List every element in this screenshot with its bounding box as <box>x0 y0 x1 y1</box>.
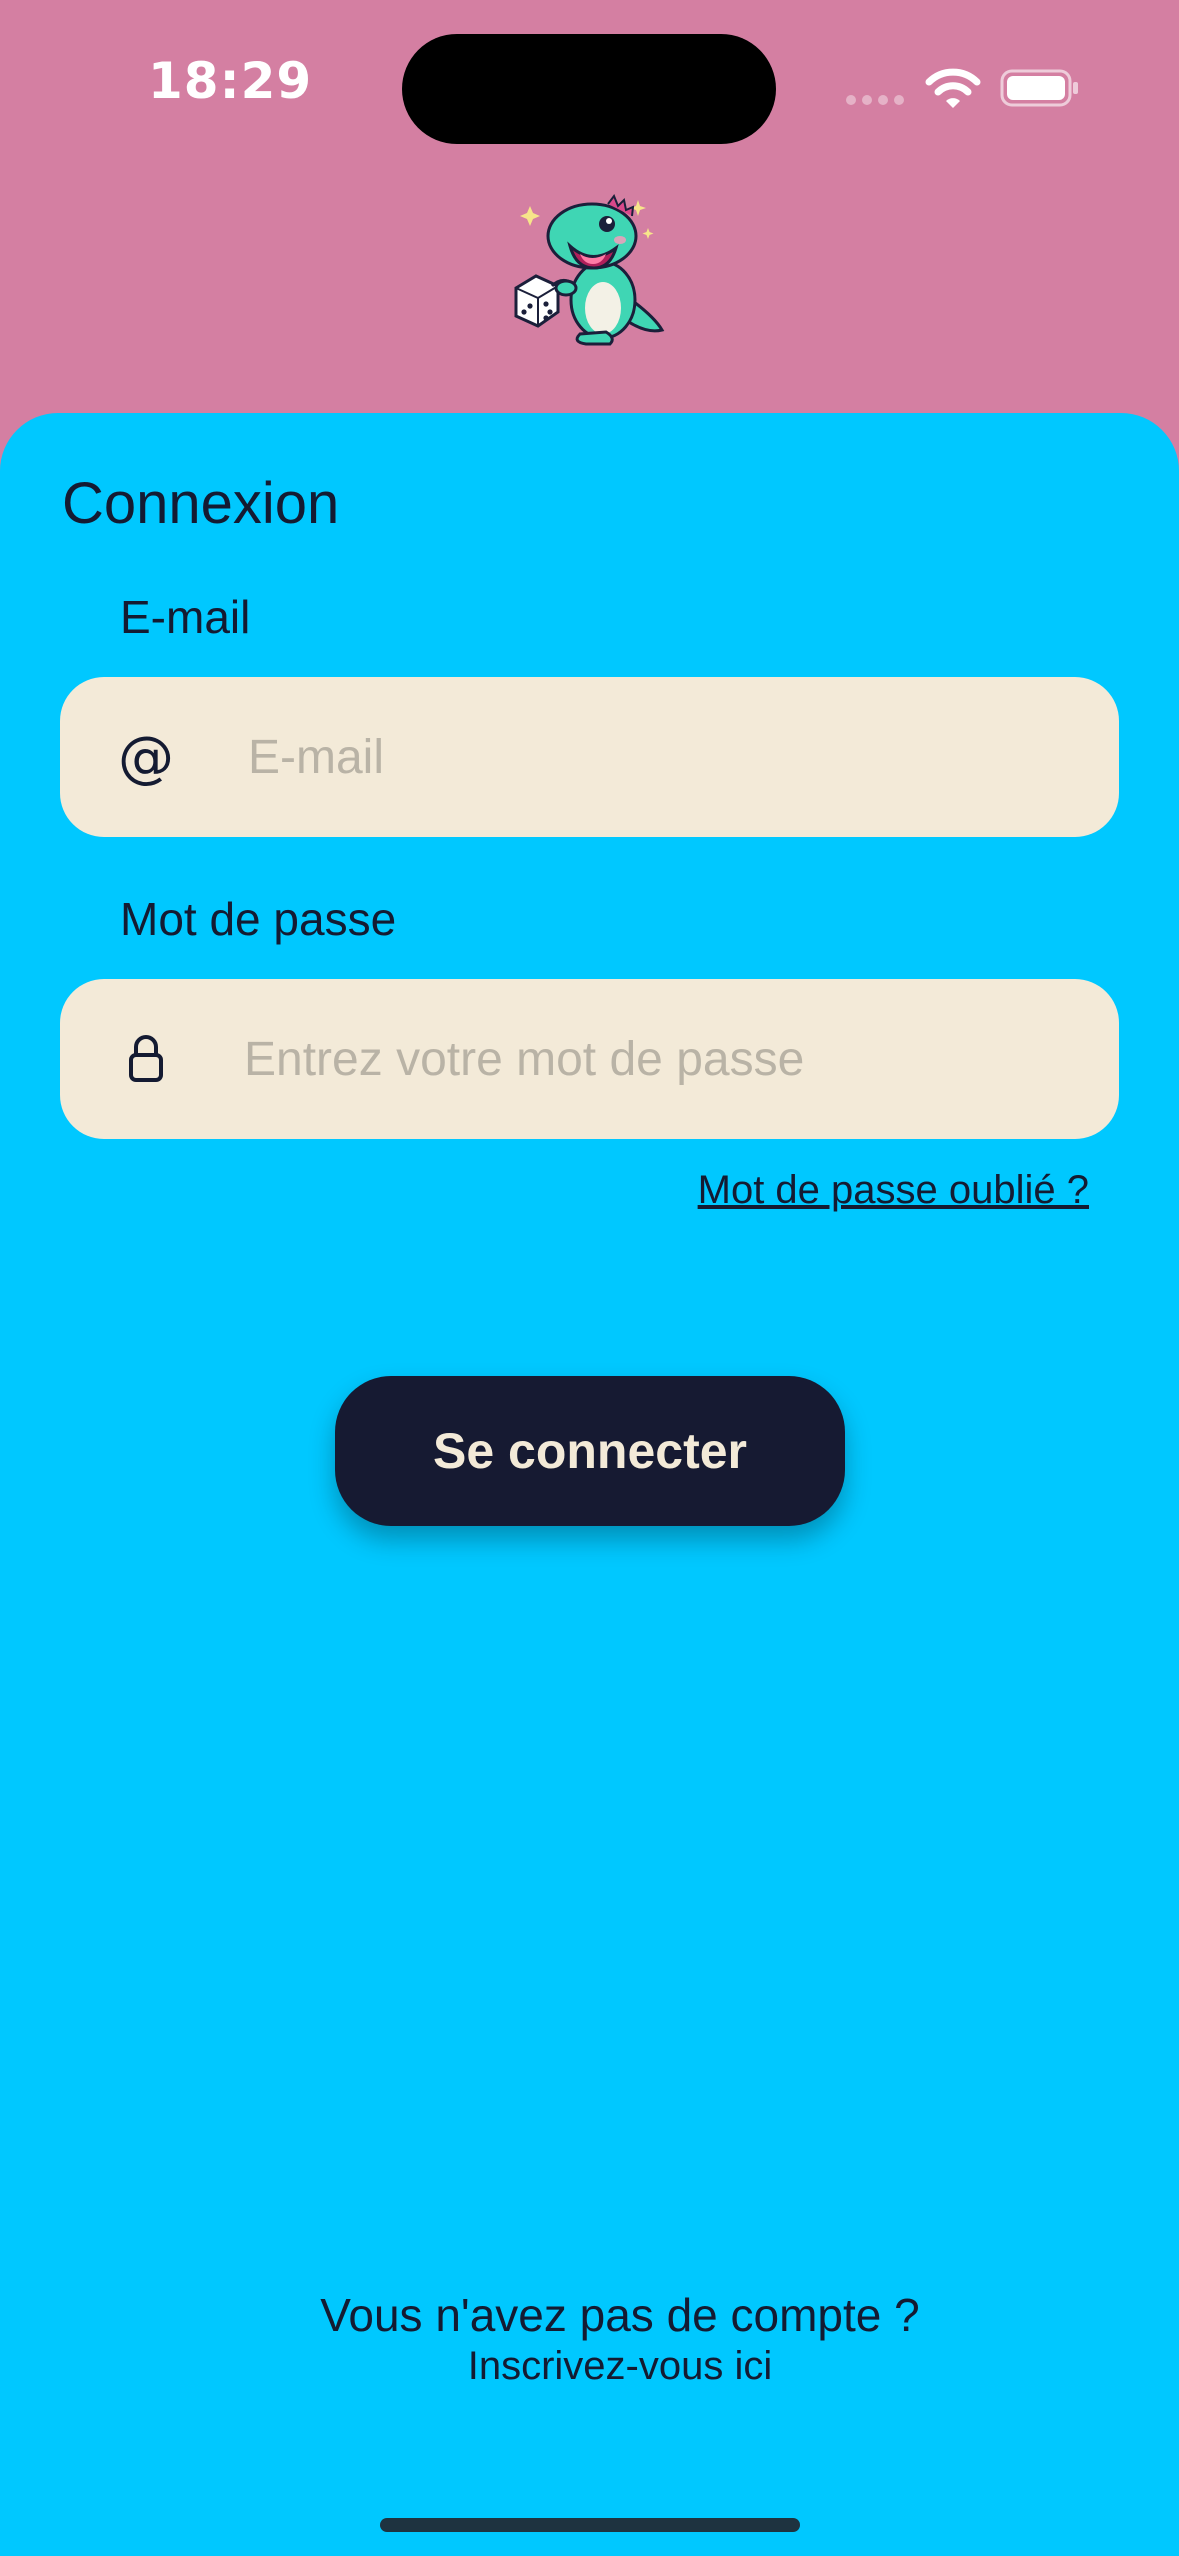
email-label: E-mail <box>120 591 251 643</box>
battery-icon <box>1000 69 1078 107</box>
forgot-password-link[interactable]: Mot de passe oublié ? <box>698 1168 1089 1213</box>
at-sign-icon: @ <box>118 725 174 790</box>
dynamic-island <box>402 34 776 144</box>
password-input[interactable] <box>244 1024 1084 1094</box>
page-title: Connexion <box>62 471 340 536</box>
home-indicator[interactable] <box>380 2518 800 2532</box>
no-account-text: Vous n'avez pas de compte ? <box>320 2289 920 2341</box>
status-time: 18:29 <box>148 52 313 110</box>
signup-link[interactable]: Inscrivez-vous ici <box>0 2344 1179 2389</box>
dinosaur-with-die-icon <box>514 193 665 346</box>
wifi-icon <box>925 68 981 108</box>
password-label: Mot de passe <box>120 893 397 945</box>
lock-icon <box>129 1035 163 1082</box>
email-input[interactable] <box>248 722 1068 792</box>
login-button[interactable]: Se connecter <box>335 1376 845 1526</box>
signal-icon <box>846 95 904 105</box>
